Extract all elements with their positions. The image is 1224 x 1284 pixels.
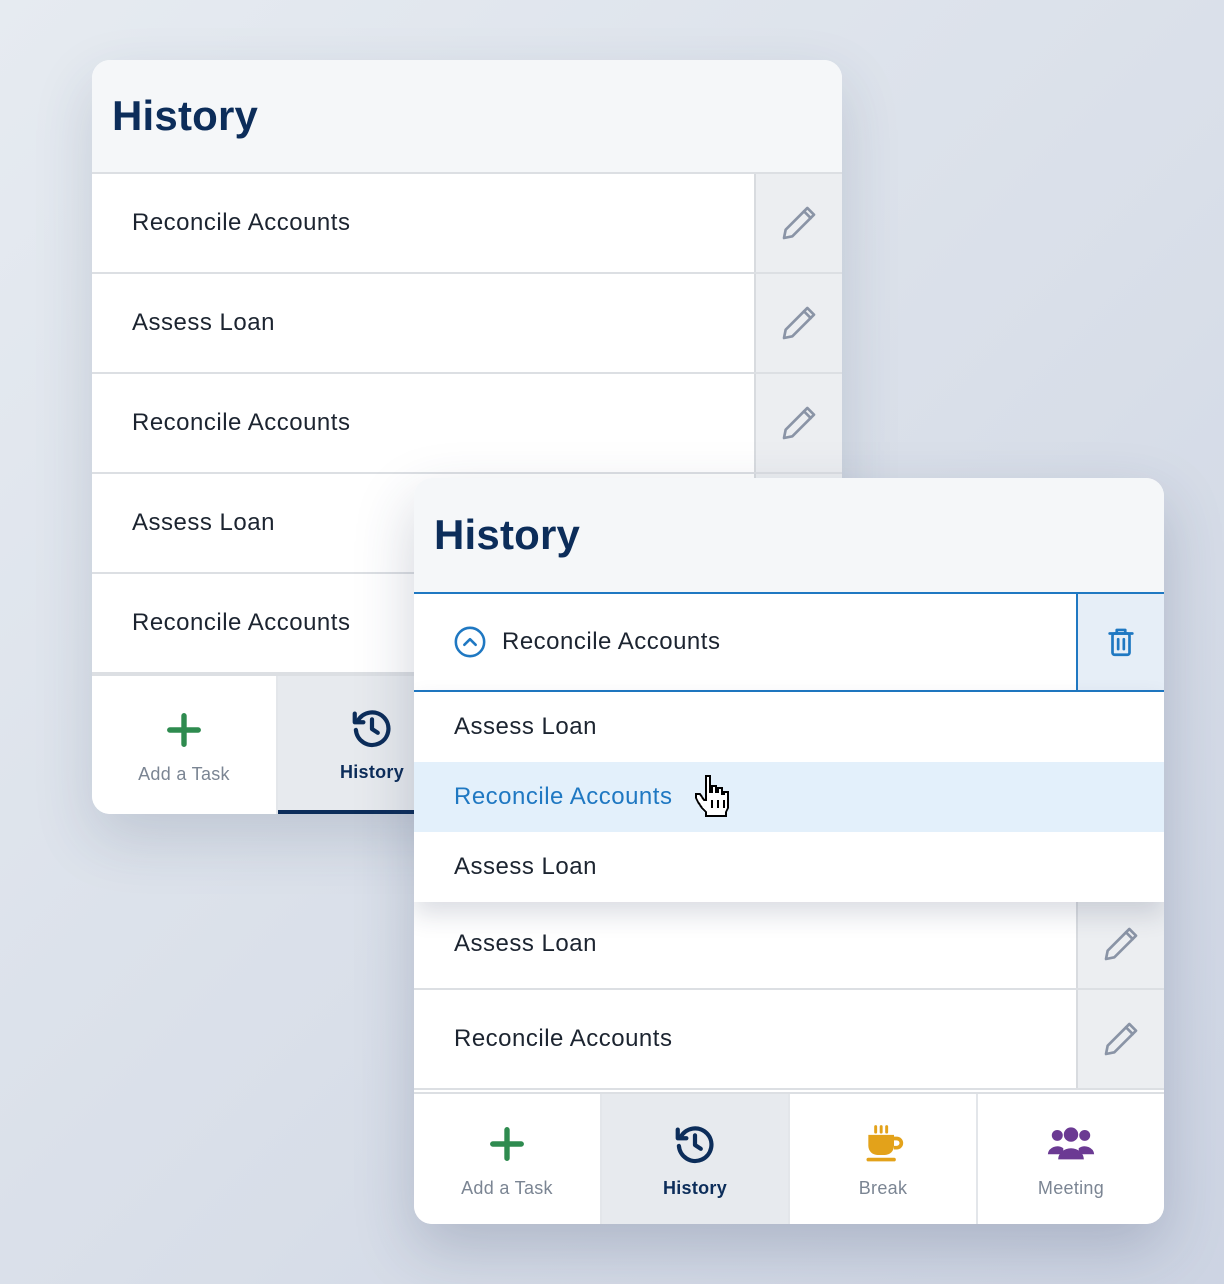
tab-label: Add a Task [138,763,230,784]
delete-button[interactable] [1076,594,1164,690]
history-row-label: Assess Loan [454,930,597,957]
page-title: History [112,92,259,139]
tab-label: Meeting [1037,1177,1105,1198]
tab-label: Add a Task [461,1177,553,1198]
dropdown-option-label: Reconcile Accounts [454,783,673,810]
bottom-tab-bar: Add a Task History [92,674,466,814]
tab-label: Break [858,1177,908,1198]
edit-button[interactable] [754,374,842,472]
dropdown-option-label: Assess Loan [454,713,597,740]
history-row[interactable]: Assess Loan [92,274,842,374]
tab-label: History [662,1177,728,1198]
hand-cursor-icon [694,774,730,820]
panel-header: History [414,478,1164,592]
tab-break[interactable]: Break [790,1094,978,1224]
dropdown-menu: Assess Loan Reconcile Accounts Assess Lo… [414,692,1164,902]
pencil-icon [782,206,816,240]
trash-icon [1108,628,1134,657]
chevron-up-circle-icon[interactable] [452,624,488,660]
pencil-icon [782,406,816,440]
history-row[interactable]: Reconcile Accounts [92,174,842,274]
history-row[interactable]: Assess Loan [414,900,1164,990]
tab-meeting[interactable]: Meeting [978,1094,1164,1224]
edit-button[interactable] [754,174,842,272]
dropdown-option[interactable]: Assess Loan [414,832,1164,902]
history-dropdown[interactable]: Reconcile Accounts [414,592,1164,692]
panel-header: History [92,60,842,174]
dropdown-option-label: Assess Loan [454,853,597,880]
history-panel-front: History Reconcile Accounts Assess Loan R… [414,478,1164,1224]
history-row-label: Reconcile Accounts [132,409,351,436]
dropdown-option-highlighted[interactable]: Reconcile Accounts [414,762,1164,832]
dropdown-selected-label: Reconcile Accounts [502,628,721,655]
tab-label: History [339,761,405,782]
history-row[interactable]: Reconcile Accounts [414,990,1164,1090]
pencil-icon [1104,927,1138,961]
edit-button[interactable] [1076,900,1164,988]
tab-add-task[interactable]: Add a Task [92,676,278,814]
pencil-icon [1104,1022,1138,1056]
people-icon [1047,1120,1095,1168]
plus-icon [160,706,208,754]
history-row[interactable]: Reconcile Accounts [92,374,842,474]
tab-history[interactable]: History [602,1094,790,1224]
history-icon [671,1120,719,1168]
edit-button[interactable] [754,274,842,372]
pencil-icon [782,306,816,340]
history-row-label: Reconcile Accounts [132,209,351,236]
history-icon [348,704,396,752]
dropdown-option[interactable]: Assess Loan [414,692,1164,762]
plus-icon [483,1120,531,1168]
history-row-label: Assess Loan [132,309,275,336]
page-title: History [434,511,581,558]
tab-add-task[interactable]: Add a Task [414,1094,602,1224]
edit-button[interactable] [1076,990,1164,1088]
history-list: Assess Loan Reconcile Accounts [414,900,1164,1090]
history-row-label: Reconcile Accounts [454,1025,673,1052]
coffee-icon [859,1120,907,1168]
bottom-tab-bar: Add a Task History Break Meeting [414,1092,1164,1224]
